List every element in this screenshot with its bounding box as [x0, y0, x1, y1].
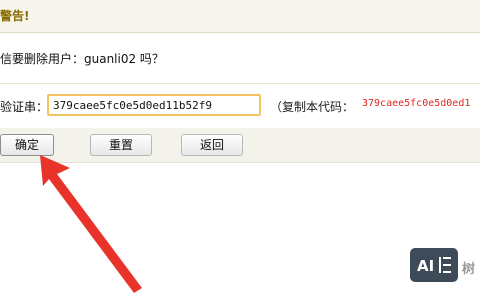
- svg-text:AI: AI: [417, 257, 434, 275]
- watermark-logo: AI: [410, 248, 458, 282]
- confirm-button[interactable]: 确定: [0, 134, 54, 156]
- dialog-header: 警告!: [0, 0, 480, 33]
- verify-code-input[interactable]: [47, 94, 261, 116]
- back-button[interactable]: 返回: [181, 134, 243, 156]
- action-bar: 确定 重置 返回: [0, 128, 480, 163]
- verify-label: 验证串：: [0, 100, 49, 114]
- page-title: 警告!: [0, 9, 30, 23]
- delete-confirm-question: 信要删除用户：guanli02 吗？: [0, 52, 164, 66]
- verify-code-text: 379caee5fc0e5d0ed1: [362, 98, 471, 109]
- reset-button[interactable]: 重置: [90, 134, 152, 156]
- verify-row: 验证串： （复制本代码： 379caee5fc0e5d0ed1: [0, 84, 480, 128]
- copy-hint-label: （复制本代码：: [270, 100, 355, 114]
- watermark-text: 树: [462, 262, 476, 277]
